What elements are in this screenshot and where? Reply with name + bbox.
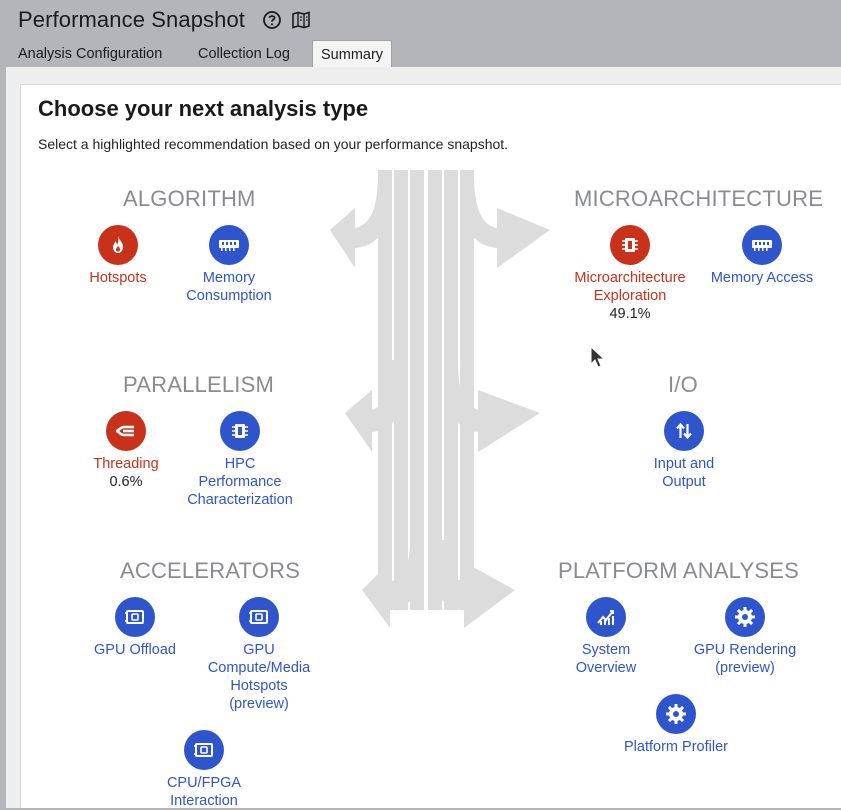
analysis-label: Memory Consumption	[186, 270, 272, 304]
analysis-system-overview[interactable]: System Overview	[531, 597, 681, 677]
cpu-icon	[610, 225, 650, 265]
section-title-platform-analyses: PLATFORM ANALYSES	[558, 558, 799, 583]
analysis-label: HPC Performance Characterization	[187, 456, 293, 508]
analysis-metric-value: 49.1%	[609, 306, 651, 322]
mouse-cursor-icon	[590, 346, 606, 368]
section-title-microarchitecture: MICROARCHITECTURE	[574, 186, 824, 211]
analysis-microarchitecture-exploration[interactable]: Microarchitecture Exploration 49.1%	[555, 225, 705, 323]
cpu-icon	[220, 411, 260, 451]
section-title-parallelism: PARALLELISM	[123, 372, 274, 397]
analysis-label: Memory Access	[710, 270, 814, 286]
flame-icon	[98, 225, 138, 265]
gpu-card-icon	[239, 597, 279, 637]
analysis-label: System Overview	[575, 642, 637, 676]
analysis-gpu-compute-media-hotspots[interactable]: GPU Compute/Media Hotspots (preview)	[184, 597, 334, 713]
fpga-card-icon	[184, 730, 224, 770]
gpu-card-icon	[115, 597, 155, 637]
analysis-label: Input and Output	[653, 456, 715, 490]
memory-chip-icon	[209, 225, 249, 265]
gear-icon	[656, 694, 696, 734]
analysis-memory-consumption[interactable]: Memory Consumption	[154, 225, 304, 305]
analysis-label: GPU Rendering (preview)	[693, 642, 797, 676]
threads-icon	[106, 411, 146, 451]
section-title-algorithm: ALGORITHM	[123, 186, 256, 211]
chart-trend-icon	[586, 597, 626, 637]
analysis-input-and-output[interactable]: Input and Output	[609, 411, 759, 491]
analysis-label: GPU Compute/Media Hotspots (preview)	[207, 642, 311, 712]
analysis-hpc-performance-characterization[interactable]: HPC Performance Characterization	[165, 411, 315, 509]
analysis-label: Platform Profiler	[624, 739, 728, 755]
gear-icon	[725, 597, 765, 637]
analysis-memory-access[interactable]: Memory Access	[687, 225, 837, 287]
analysis-gpu-rendering[interactable]: GPU Rendering (preview)	[670, 597, 820, 677]
up-down-arrows-icon	[664, 411, 704, 451]
memory-chip-icon	[742, 225, 782, 265]
flow-arrows-graphic	[330, 170, 550, 628]
section-title-accelerators: ACCELERATORS	[120, 558, 301, 583]
analysis-label: CPU/FPGA Interaction	[166, 775, 242, 809]
section-title-io: I/O	[668, 372, 698, 397]
analysis-label: Microarchitecture Exploration	[574, 270, 686, 304]
analysis-platform-profiler[interactable]: Platform Profiler	[601, 694, 751, 756]
analysis-cpu-fpga-interaction[interactable]: CPU/FPGA Interaction	[129, 730, 279, 810]
